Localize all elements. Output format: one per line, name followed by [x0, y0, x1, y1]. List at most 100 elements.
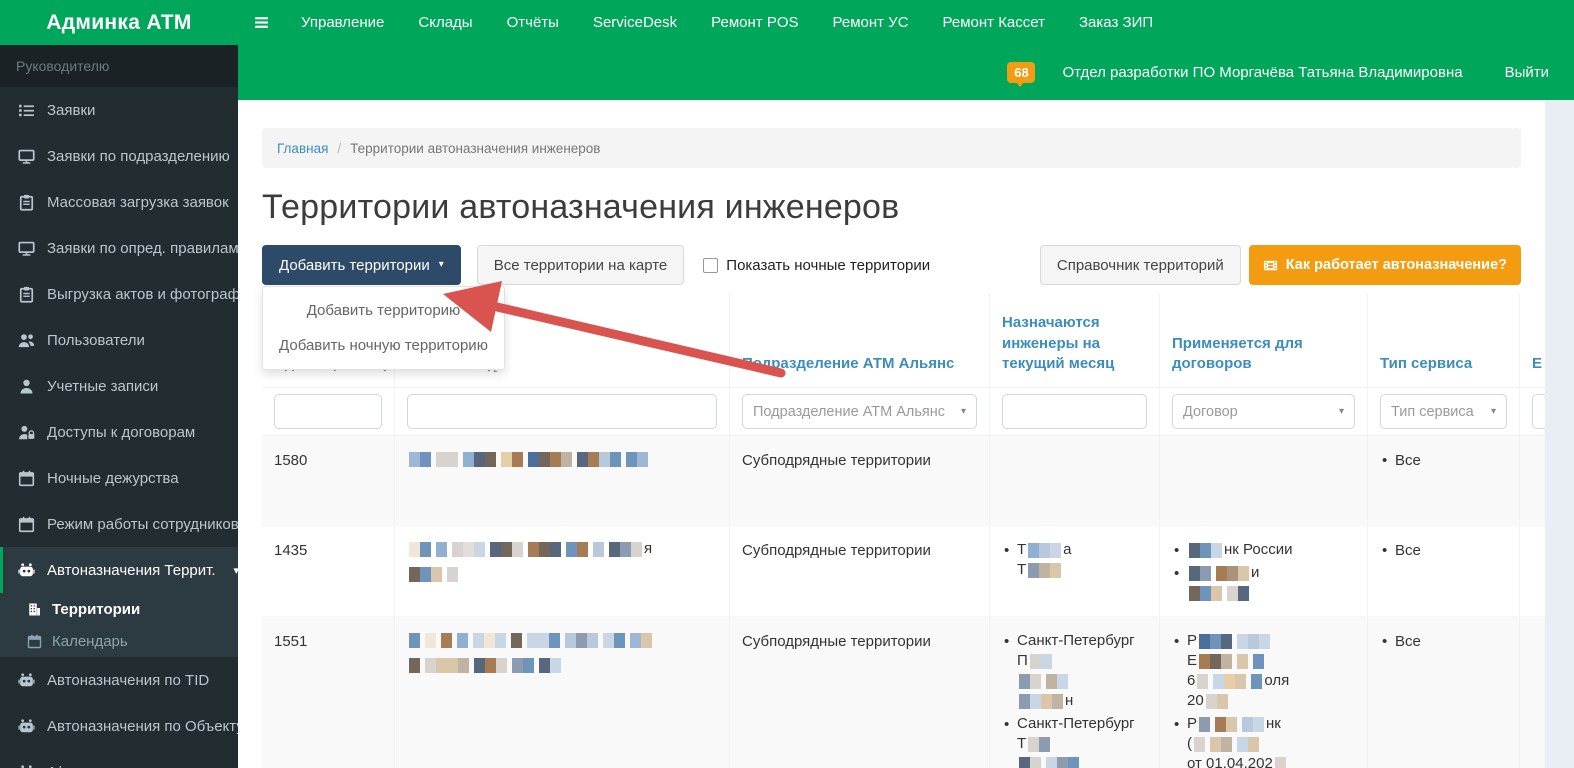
filter-input[interactable] — [274, 394, 382, 429]
redacted-text — [409, 658, 561, 673]
sidebar-item[interactable]: Заявки по подразделению — [0, 133, 238, 179]
notification-badge[interactable]: 68 — [1007, 62, 1036, 87]
list-item-line: и — [1187, 563, 1355, 583]
nav-item[interactable]: Ремонт УС — [816, 14, 926, 31]
nav-item[interactable]: Ремонт Кассет — [926, 14, 1062, 31]
sidebar-item[interactable]: Заявки по опред. правилам — [0, 225, 238, 271]
sidebar-item[interactable]: Автоназначения по TID — [0, 657, 238, 703]
nav-item[interactable]: Склады — [401, 14, 489, 31]
how-autoassign-works-button[interactable]: Как работает автоназначение? — [1248, 245, 1521, 285]
table-filter-row: Подразделение АТМ Альянс ▾ Договор ▾ Тип сер… — [262, 388, 1545, 436]
sidebar-item-label: Автоназначения Террит. — [47, 561, 216, 579]
bullet-list: Санкт-Петербург Пн Санкт-Петербург Т — [1002, 631, 1147, 768]
sidebar-item[interactable]: Учетные записи — [0, 363, 238, 409]
sidebar-item[interactable]: А/н по категории заявки — [0, 749, 238, 768]
sidebar-toggle-button[interactable] — [238, 14, 284, 31]
visible-text: Р — [1187, 632, 1198, 649]
visible-text: Т — [1017, 735, 1027, 752]
redacted-text — [1189, 586, 1249, 601]
sidebar-item[interactable]: Автоназначения по Объекту — [0, 703, 238, 749]
sidebar-item[interactable]: Ночные дежурства — [0, 455, 238, 501]
sidebar-item[interactable]: Режим работы сотрудников — [0, 501, 238, 547]
calendar-icon — [27, 634, 42, 649]
table-filter-cell: Подразделение АТМ Альянс ▾ — [730, 388, 990, 435]
top-navbar: Управление Склады Отчёты ServiceDesk Ремонт … — [238, 0, 1574, 100]
add-territories-button[interactable]: Добавить территории ▾ — [262, 245, 461, 285]
table-body: 1580 Субподрядные территории Все 1435 я Субпо… — [262, 436, 1545, 768]
table-filter-cell: Тип сервиса ▾ — [1368, 388, 1520, 435]
sidebar-item[interactable]: Заявки — [0, 87, 238, 133]
filter-input[interactable] — [407, 394, 717, 429]
table-filter-cell — [262, 388, 395, 435]
checkbox-box[interactable] — [703, 257, 719, 273]
filter-input[interactable] — [1002, 394, 1147, 429]
sidebar-item[interactable]: Выгрузка актов и фотографий — [0, 271, 238, 317]
sidebar-subitem[interactable]: Территории — [0, 593, 238, 625]
filter-select[interactable]: ▾ — [1532, 394, 1545, 429]
sidebar-group: Учетные записи — [0, 363, 238, 409]
user-name[interactable]: Отдел разработки ПО Моргачёва Татьяна Вл… — [1062, 64, 1462, 81]
sidebar-item-label: Ночные дежурства — [47, 469, 179, 487]
app-logo[interactable]: Админка АТМ — [0, 0, 238, 45]
navbar-user-row: 68 Отдел разработки ПО Моргачёва Татьяна… — [238, 45, 1574, 100]
nav-item[interactable]: Управление — [284, 14, 401, 31]
bullet-list: Все — [1380, 540, 1507, 562]
redacted-text — [1019, 757, 1079, 768]
nav-item[interactable]: ServiceDesk — [576, 14, 694, 31]
sidebar-item[interactable]: Доступы к договорам — [0, 409, 238, 455]
list-item: и — [1172, 563, 1355, 603]
navbar-links: Управление Склады Отчёты ServiceDesk Ремонт … — [284, 14, 1170, 31]
filter-select[interactable]: Подразделение АТМ Альянс ▾ — [742, 394, 977, 429]
visible-text: нк России — [1224, 541, 1293, 558]
nav-item[interactable]: Отчёты — [490, 14, 576, 31]
redacted-text — [409, 567, 458, 582]
sidebar-subitem[interactable]: Календарь — [0, 625, 238, 657]
sidebar-group: Автоназначения по TID — [0, 657, 238, 703]
territory-reference-button[interactable]: Справочник территорий — [1039, 245, 1241, 285]
visible-text: от 01.04.202 — [1187, 755, 1273, 768]
list-item: Санкт-Петербург Т — [1002, 714, 1147, 768]
show-night-territories-checkbox[interactable]: Показать ночные территории — [703, 257, 930, 274]
sidebar-item[interactable]: Автоназначения Террит. ▾ — [0, 547, 238, 593]
cell-extra — [1520, 526, 1545, 616]
filter-select[interactable]: Тип сервиса ▾ — [1380, 394, 1507, 429]
bullet-list: Все — [1380, 450, 1507, 472]
redacted-name-line — [407, 565, 717, 583]
list-item: нк России — [1172, 540, 1355, 562]
sidebar-item[interactable]: Пользователи — [0, 317, 238, 363]
visible-text: н — [1065, 692, 1074, 709]
cell-engineers — [990, 436, 1160, 525]
cell-contracts: нк России и — [1160, 526, 1368, 616]
sidebar-group: Заявки — [0, 87, 238, 133]
redacted-text — [1028, 563, 1062, 578]
clipboard-icon — [18, 194, 35, 211]
userlock-icon — [18, 424, 35, 441]
monitor-icon — [18, 148, 35, 165]
sidebar-item-label: Автоназначения по TID — [47, 671, 210, 689]
all-territories-map-button[interactable]: Все территории на карте — [476, 245, 685, 285]
cell-division: Субподрядные территории — [730, 617, 990, 768]
redacted-text — [409, 452, 648, 467]
list-item-line: П — [1017, 651, 1147, 671]
nav-item[interactable]: Заказ ЗИП — [1062, 14, 1170, 31]
sidebar-item-label: Заявки по подразделению — [47, 147, 230, 165]
filter-select[interactable]: Договор ▾ — [1172, 394, 1355, 429]
list-item-line: Т — [1017, 734, 1147, 754]
nav-item[interactable]: Ремонт POS — [694, 14, 815, 31]
redacted-text — [1197, 674, 1263, 689]
cell-identifier: 1580 — [262, 436, 395, 525]
cell-contracts: РЕ6оля20Рнк(от 01.04.202 — [1160, 617, 1368, 768]
add-territories-label: Добавить территории — [279, 256, 430, 274]
table-filter-cell — [990, 388, 1160, 435]
logout-link[interactable]: Выйти — [1505, 64, 1549, 81]
caret-down-icon: ▾ — [1490, 406, 1496, 417]
breadcrumb-home-link[interactable]: Главная — [277, 141, 328, 156]
dropdown-menu-item[interactable]: Добавить ночную территорию — [263, 328, 504, 363]
sidebar-item[interactable]: Массовая загрузка заявок — [0, 179, 238, 225]
list-item-line — [1187, 583, 1355, 603]
toolbar: Добавить территории ▾ Все территории на … — [262, 245, 1521, 370]
dropdown-menu-item[interactable]: Добавить территорию — [263, 293, 504, 328]
bullet-list: Все — [1380, 631, 1507, 653]
redacted-text — [1194, 737, 1259, 752]
redacted-name-line — [407, 631, 717, 649]
